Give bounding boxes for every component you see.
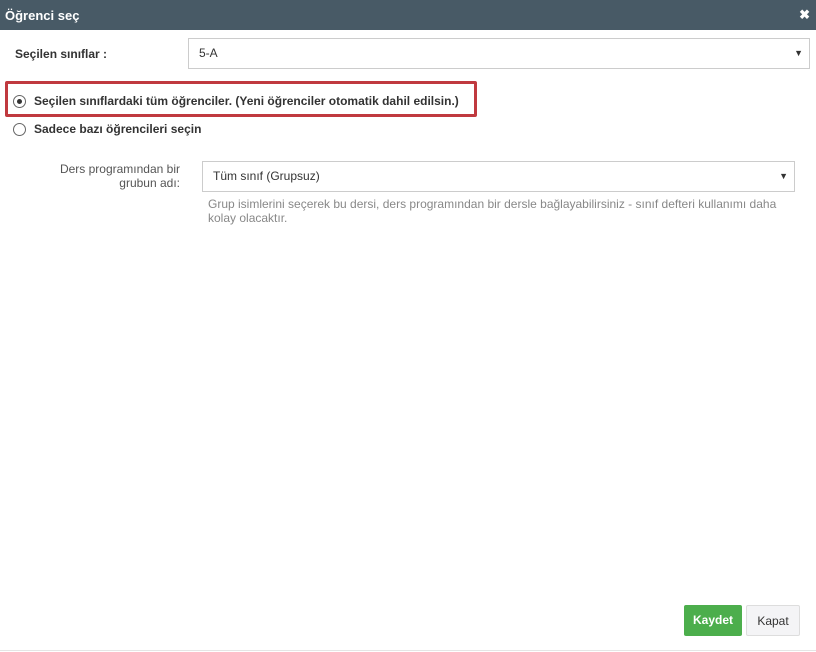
group-label: Ders programından bir grubun adı: — [59, 162, 180, 190]
caret-down-icon: ▼ — [779, 171, 788, 181]
dialog-title: Öğrenci seç — [5, 8, 80, 23]
save-button[interactable]: Kaydet — [684, 605, 742, 636]
footer-divider — [0, 650, 816, 651]
classes-value: 5-A — [199, 46, 218, 60]
dialog-header: Öğrenci seç ✖ — [0, 0, 816, 30]
caret-down-icon: ▼ — [794, 48, 803, 58]
option-some-students-label[interactable]: Sadece bazı öğrencileri seçin — [34, 122, 201, 136]
option-all-students-label[interactable]: Seçilen sınıflardaki tüm öğrenciler. (Ye… — [34, 94, 459, 108]
group-select[interactable]: Tüm sınıf (Grupsuz) ▼ — [202, 161, 795, 192]
close-button[interactable]: Kapat — [746, 605, 800, 636]
classes-select[interactable]: 5-A ▼ — [188, 38, 810, 69]
classes-label: Seçilen sınıflar : — [15, 47, 108, 61]
group-value: Tüm sınıf (Grupsuz) — [213, 169, 320, 183]
radio-all-students[interactable] — [13, 95, 26, 108]
close-icon[interactable]: ✖ — [799, 7, 810, 23]
radio-some-students[interactable] — [13, 123, 26, 136]
group-help-text: Grup isimlerini seçerek bu dersi, ders p… — [208, 197, 777, 225]
